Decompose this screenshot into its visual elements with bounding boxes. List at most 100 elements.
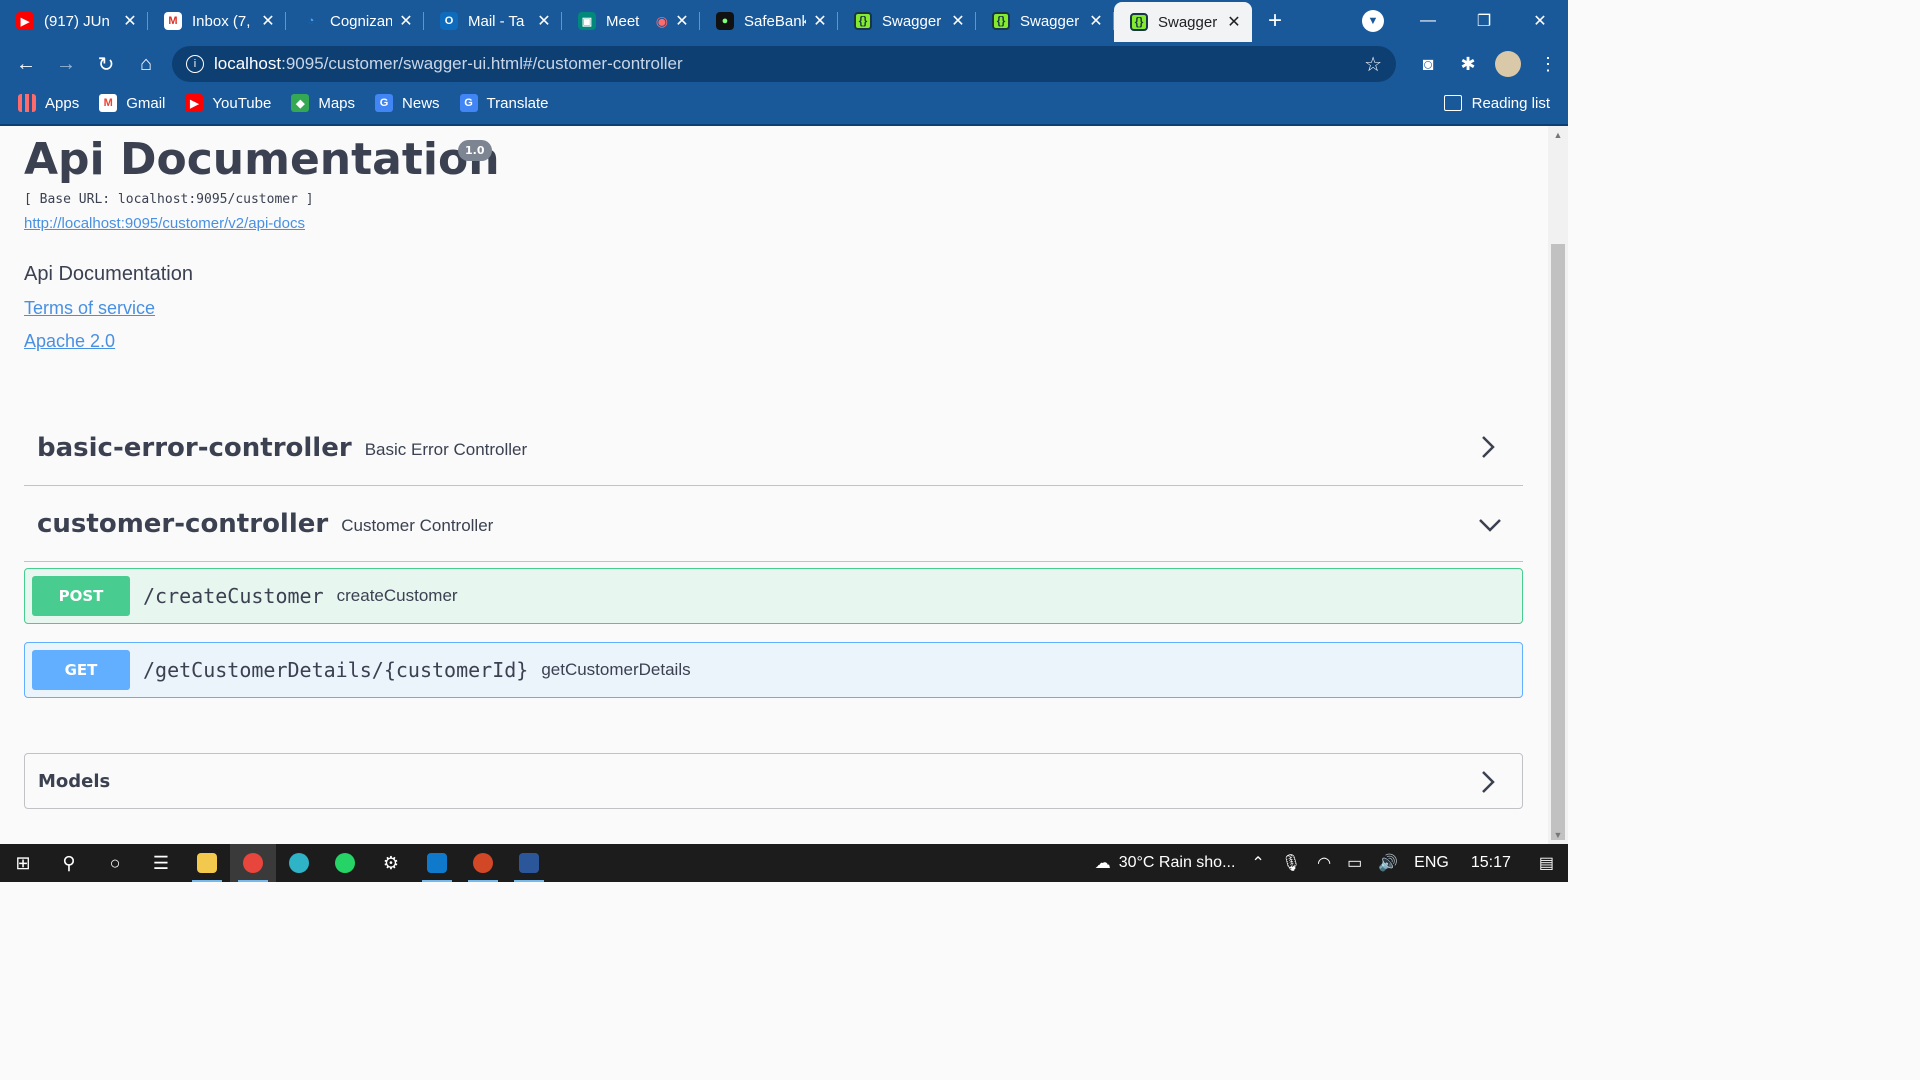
gmail-icon: M: [99, 94, 118, 112]
profile-avatar[interactable]: [1495, 51, 1521, 77]
clock[interactable]: 15:17: [1471, 854, 1511, 872]
chevron-right-icon[interactable]: [1479, 434, 1497, 460]
tag-name: customer-controller: [37, 508, 329, 539]
file-explorer-icon[interactable]: [184, 844, 230, 882]
scroll-down-icon[interactable]: ▼: [1548, 830, 1568, 840]
tab-meet[interactable]: ▣ Meet ◉ ✕: [562, 0, 700, 42]
license-link[interactable]: Apache 2.0: [24, 331, 115, 352]
weather-text[interactable]: 30°C Rain sho...: [1119, 854, 1236, 872]
tab-title: Swagger: [1020, 12, 1080, 30]
bookmark-label: YouTube: [212, 94, 272, 112]
url-path: :9095/customer/swagger-ui.html#/customer…: [281, 54, 683, 73]
notifications-icon[interactable]: ▤: [1539, 853, 1554, 873]
api-docs-link[interactable]: http://localhost:9095/customer/v2/api-do…: [24, 215, 305, 232]
chrome-icon[interactable]: [230, 844, 276, 882]
tab-title: (917) JUn: [44, 12, 110, 30]
address-bar[interactable]: i localhost:9095/customer/swagger-ui.htm…: [172, 46, 1396, 82]
outlook-icon: O: [440, 12, 458, 30]
translate-icon: G: [459, 94, 478, 112]
tab-swagger[interactable]: {} Swagger ✕: [838, 0, 976, 42]
restore-icon[interactable]: ❐: [1456, 11, 1512, 31]
reload-icon[interactable]: ↻: [86, 52, 126, 77]
close-icon[interactable]: ✕: [398, 11, 414, 31]
swagger-page: Api Documentation 1.0 [ Base URL: localh…: [0, 126, 1548, 844]
bookmark-gmail[interactable]: M Gmail: [99, 94, 165, 112]
close-icon[interactable]: ✕: [674, 11, 690, 31]
tag-customer-controller[interactable]: customer-controller Customer Controller: [24, 486, 1523, 562]
close-icon[interactable]: ✕: [536, 11, 552, 31]
tab-search-icon[interactable]: ▼: [1362, 10, 1384, 32]
cortana-icon[interactable]: ○: [92, 844, 138, 882]
wifi-icon[interactable]: ◠: [1317, 853, 1331, 873]
tab-swagger-active[interactable]: {} Swagger ✕: [1114, 2, 1252, 42]
operation-path: /getCustomerDetails/{customerId}: [143, 658, 529, 682]
tab-swagger[interactable]: {} Swagger ✕: [976, 0, 1114, 42]
page-title: Api Documentation: [24, 134, 500, 185]
bookmark-news[interactable]: G News: [375, 94, 440, 112]
close-icon[interactable]: ✕: [1088, 11, 1104, 31]
tab-title: Mail - Ta: [468, 12, 525, 30]
task-view-icon[interactable]: ☰: [138, 844, 184, 882]
chevron-down-icon[interactable]: [1477, 516, 1503, 534]
tab-youtube[interactable]: ▶ (917) JUn ✕: [0, 0, 148, 42]
volume-icon[interactable]: 🔊: [1378, 853, 1398, 873]
close-icon[interactable]: ✕: [260, 11, 276, 31]
swagger-icon: {}: [854, 12, 872, 30]
bookmark-apps[interactable]: Apps: [18, 94, 79, 112]
extensions-icon[interactable]: ✱: [1448, 54, 1488, 75]
tab-safebank[interactable]: ● SafeBank ✕: [700, 0, 838, 42]
bookmarks-bar: Apps M Gmail ▶ YouTube ◆ Maps G News G T…: [0, 86, 1568, 120]
scroll-up-icon[interactable]: ▲: [1548, 130, 1568, 140]
tab-gmail[interactable]: M Inbox (7, ✕: [148, 0, 286, 42]
search-icon[interactable]: ⚲: [46, 844, 92, 882]
close-icon[interactable]: ✕: [812, 11, 828, 31]
close-icon[interactable]: ✕: [122, 11, 138, 31]
show-hidden-icons[interactable]: ⌃: [1251, 853, 1264, 873]
close-window-icon[interactable]: ✕: [1512, 11, 1568, 31]
powerpoint-icon[interactable]: [460, 844, 506, 882]
site-info-icon[interactable]: i: [186, 55, 204, 73]
tab-cognizant[interactable]: ◔ Cognizan ✕: [286, 0, 424, 42]
bookmark-star-icon[interactable]: ☆: [1364, 52, 1382, 77]
page-scrollbar[interactable]: ▲ ▼: [1548, 126, 1568, 844]
reading-list-icon: [1443, 95, 1462, 111]
windows-start-icon[interactable]: ⊞: [0, 844, 46, 882]
home-icon[interactable]: ⌂: [126, 53, 166, 76]
tag-basic-error-controller[interactable]: basic-error-controller Basic Error Contr…: [24, 410, 1523, 486]
operation-get-customer-details[interactable]: GET /getCustomerDetails/{customerId} get…: [24, 642, 1523, 698]
bookmark-youtube[interactable]: ▶ YouTube: [185, 94, 271, 112]
terms-of-service-link[interactable]: Terms of service: [24, 298, 155, 319]
youtube-icon: ▶: [16, 12, 34, 30]
models-section[interactable]: Models: [24, 753, 1523, 809]
reading-list-button[interactable]: Reading list: [1443, 86, 1550, 120]
bookmark-maps[interactable]: ◆ Maps: [291, 94, 355, 112]
close-icon[interactable]: ✕: [1226, 12, 1242, 32]
forward-icon[interactable]: →: [46, 53, 86, 76]
new-tab-button[interactable]: +: [1268, 7, 1282, 35]
microphone-icon[interactable]: 🎙: [1281, 853, 1301, 873]
operation-create-customer[interactable]: POST /createCustomer createCustomer: [24, 568, 1523, 624]
tab-outlook[interactable]: O Mail - Ta ✕: [424, 0, 562, 42]
whatsapp-icon[interactable]: [322, 844, 368, 882]
back-icon[interactable]: ←: [6, 53, 46, 76]
language-indicator[interactable]: ENG: [1414, 854, 1449, 872]
chevron-right-icon[interactable]: [1480, 770, 1496, 794]
word-icon[interactable]: [506, 844, 552, 882]
weather-icon[interactable]: ☁: [1095, 853, 1111, 873]
close-icon[interactable]: ✕: [950, 11, 966, 31]
scrollbar-thumb[interactable]: [1551, 244, 1565, 840]
edge-icon[interactable]: [276, 844, 322, 882]
tab-title: Swagger: [1158, 13, 1218, 31]
menu-icon[interactable]: ⋮: [1528, 54, 1568, 75]
minimize-icon[interactable]: —: [1400, 12, 1456, 30]
window-controls: — ❐ ✕: [1400, 0, 1568, 42]
camera-icon[interactable]: ◙: [1408, 54, 1448, 75]
battery-icon[interactable]: ▭: [1347, 853, 1362, 873]
vscode-icon[interactable]: [414, 844, 460, 882]
tag-description: Customer Controller: [341, 515, 494, 535]
bookmark-translate[interactable]: G Translate: [459, 94, 549, 112]
recording-icon: ◉: [655, 12, 668, 29]
settings-gear-icon[interactable]: ⚙: [368, 844, 414, 882]
cognizant-icon: ◔: [307, 15, 315, 27]
method-badge: GET: [32, 650, 130, 690]
